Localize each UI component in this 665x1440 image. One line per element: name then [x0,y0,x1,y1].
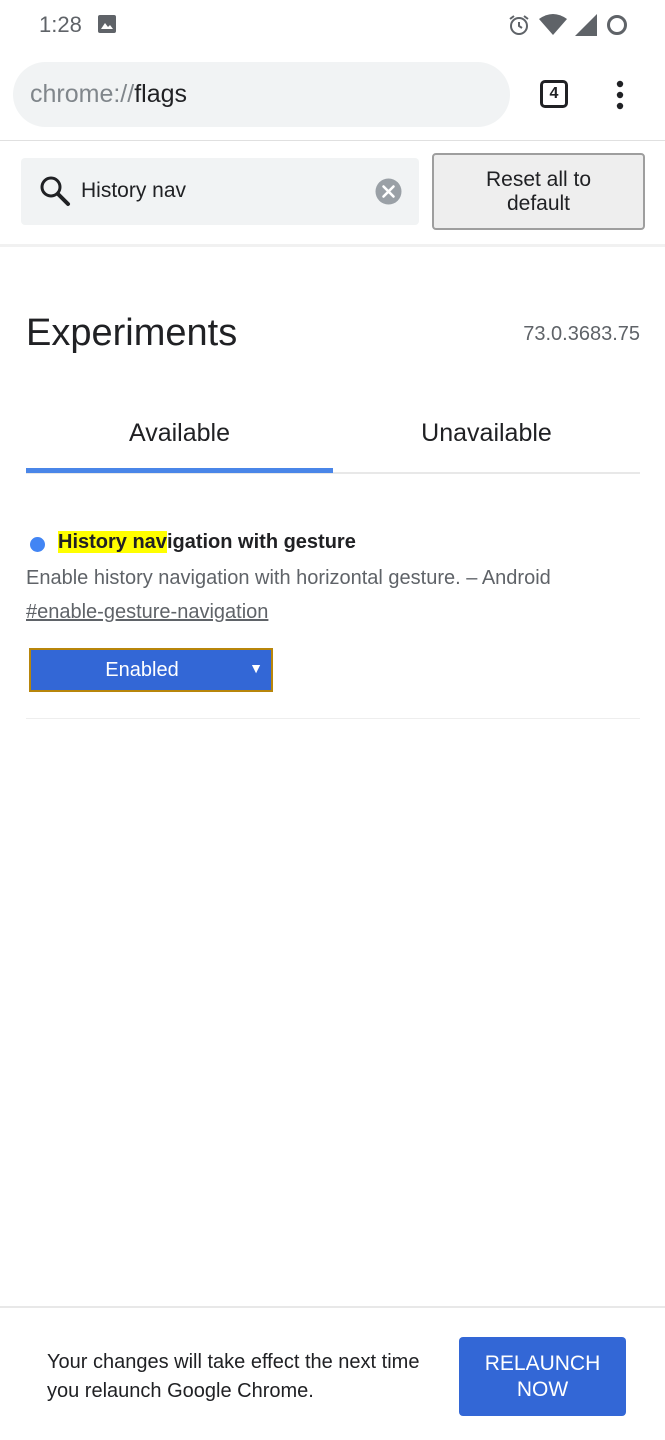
more-menu-icon[interactable] [608,80,632,110]
relaunch-label-line1: RELAUNCH [484,1351,601,1375]
tab-switcher-button[interactable]: 4 [540,80,568,108]
tab-available[interactable]: Available [26,395,333,472]
url-scheme: chrome:// [30,80,135,108]
reset-label-line1: Reset all to [485,167,592,191]
dropdown-arrow-icon: ▼ [249,660,263,676]
experiments-tabs: Available Unavailable [26,395,640,474]
modified-indicator-dot [30,537,45,552]
version-number: 73.0.3683.75 [523,323,640,345]
tab-label: Available [128,419,230,447]
experiment-description: Enable history navigation with horizonta… [26,567,551,589]
relaunch-now-button[interactable]: RELAUNCH NOW [459,1337,626,1416]
tab-label: Unavailable [421,419,552,447]
search-box [21,158,419,225]
reset-label-line2: default [506,191,571,215]
flags-search-header: Reset all todefault [0,141,665,247]
status-time: 1:28 [39,12,82,37]
wifi-icon [539,14,567,35]
selected-option: Enabled [105,658,179,681]
url-bar[interactable]: chrome://flags [13,62,510,127]
search-highlight: History nav [58,531,167,553]
signal-icon [575,14,597,36]
reset-all-label: Reset all to default [486,168,591,216]
page-title: Experiments [26,312,238,354]
search-input[interactable] [81,174,361,208]
search-icon [40,176,70,206]
alarm-icon [509,15,529,35]
relaunch-bar: Your changes will take effect the next t… [0,1306,665,1440]
battery-icon [607,15,627,35]
experiment-title: History navigation with gesture [58,531,356,554]
experiment-state-select[interactable]: Enabled ▼ [29,648,273,692]
relaunch-message: Your changes will take effect the next t… [47,1351,420,1402]
reset-all-button[interactable]: Reset all to default [432,153,645,230]
gallery-icon [98,15,116,33]
status-icons [507,13,629,37]
tab-unavailable[interactable]: Unavailable [333,395,640,472]
tab-count: 4 [549,85,559,102]
experiment-item: History navigation with gesture Enable h… [26,528,640,719]
tab-selected-indicator [26,468,333,473]
relaunch-label-line2: NOW [516,1377,569,1401]
browser-toolbar: chrome://flags 4 [0,50,665,141]
url-host: flags [134,80,188,108]
experiment-anchor-link[interactable]: #enable-gesture-navigation [26,601,268,624]
clear-search-icon[interactable] [375,178,402,205]
experiment-title-rest: igation with gesture [166,531,356,553]
status-bar: 1:28 [0,0,665,50]
